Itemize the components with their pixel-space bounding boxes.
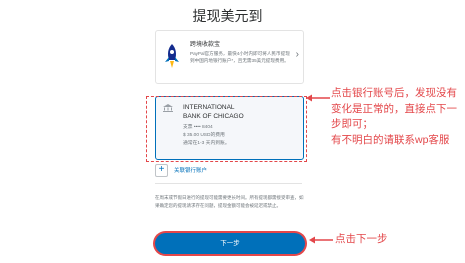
annotation-line: 步即可； bbox=[331, 118, 373, 130]
arrow-to-button-icon bbox=[309, 236, 333, 244]
annotation-line: 点击银行账号后，发现没有 bbox=[331, 87, 457, 99]
arrow-to-bank-icon bbox=[306, 94, 330, 102]
annotation-bank-note: 点击银行账号后，发现没有 变化是正常的，直接点下一 步即可； 有不明白的请联系w… bbox=[331, 86, 463, 148]
annotation-button-note: 点击下一步 bbox=[335, 233, 388, 245]
annotation-line: 变化是正常的，直接点下一 bbox=[331, 102, 457, 115]
annotation-line: 有不明白的请联系wp客服 bbox=[331, 133, 450, 146]
